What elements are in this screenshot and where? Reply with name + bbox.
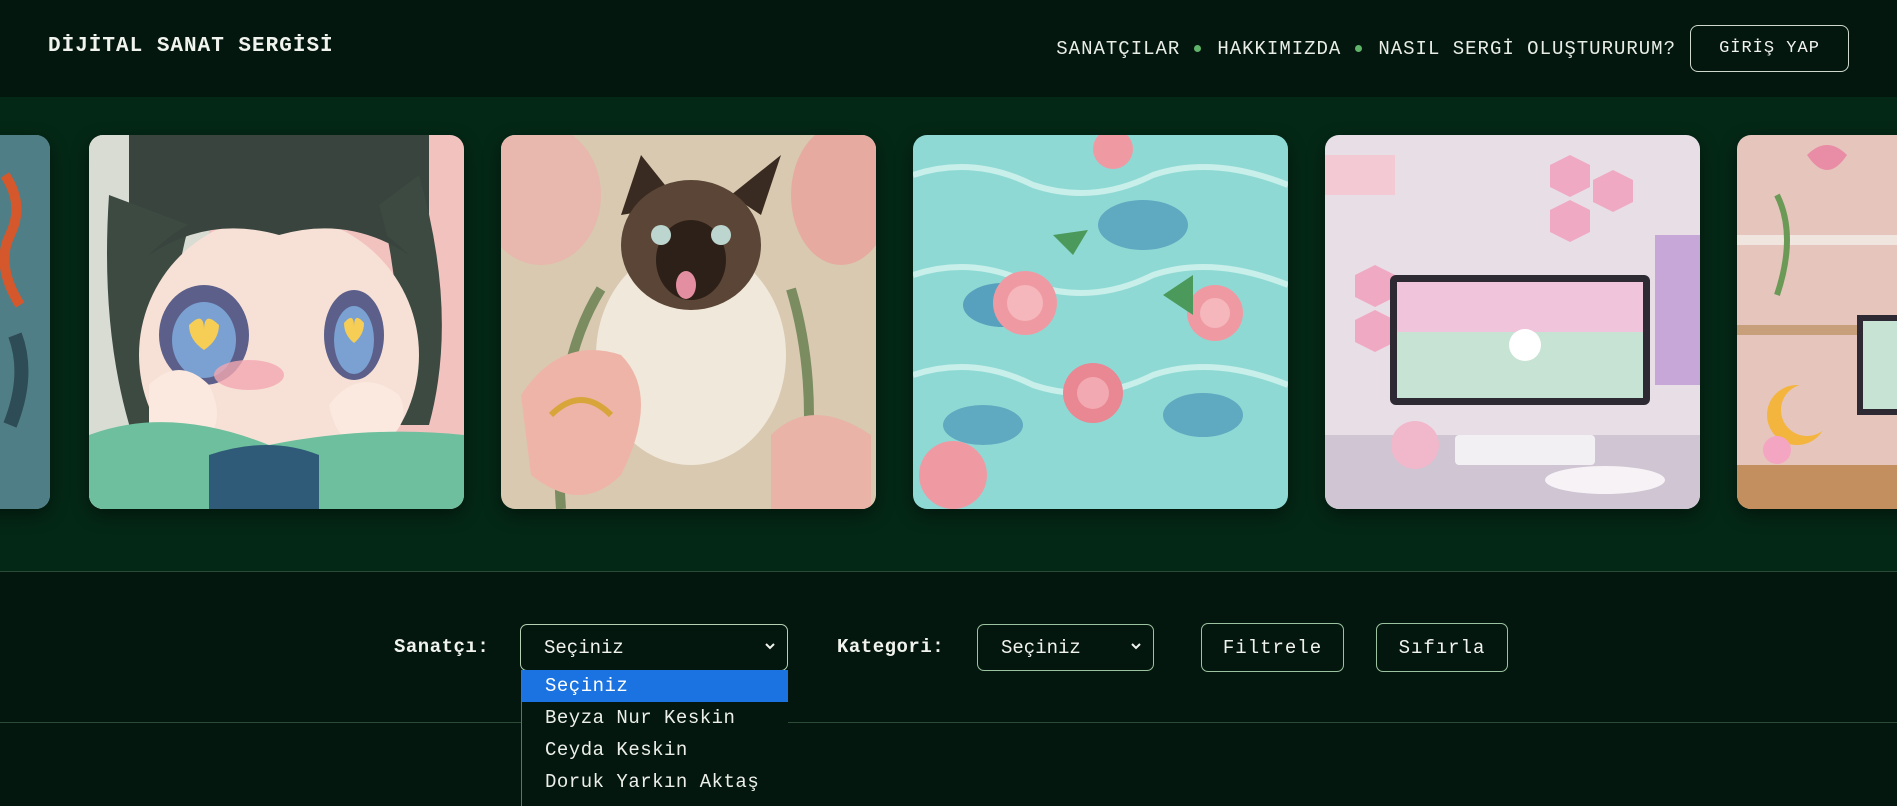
category-filter-label: Kategori: [837, 636, 945, 658]
dropdown-option[interactable]: Ceyda Keskin [522, 734, 788, 766]
filter-button[interactable]: Filtrele [1201, 623, 1344, 672]
artwork-siamese-cat-tulips[interactable] [501, 135, 876, 509]
category-select-value: Seçiniz [1001, 636, 1081, 659]
artwork-partial-left[interactable] [0, 135, 50, 509]
artist-select[interactable]: Seçiniz [520, 624, 788, 671]
dropdown-option[interactable]: Doruk Yarkın Aktaş [522, 766, 788, 798]
reset-button[interactable]: Sıfırla [1376, 623, 1508, 672]
nav-artists[interactable]: SANATÇILAR [1056, 38, 1180, 60]
nav-separator-dot [1355, 45, 1363, 52]
artwork-pink-room-partial[interactable] [1737, 135, 1897, 509]
filter-bar: Sanatçı: Seçiniz Kategori: Seçiniz Filtr… [0, 572, 1897, 722]
dropdown-option[interactable]: Seçiniz [522, 670, 788, 702]
artwork-pink-gaming-setup[interactable] [1325, 135, 1700, 509]
chevron-down-icon [765, 643, 775, 650]
site-title[interactable]: DİJİTAL SANAT SERGİSİ [48, 35, 334, 58]
artwork-carousel [0, 97, 1897, 571]
category-select[interactable]: Seçiniz [977, 624, 1154, 671]
nav-how-to[interactable]: NASIL SERGİ OLUŞTURURUM? [1378, 38, 1676, 60]
artwork-anime-girl[interactable] [89, 135, 464, 509]
chevron-down-icon [1131, 643, 1141, 650]
nav-separator-dot [1194, 45, 1202, 52]
main-nav: SANATÇILAR HAKKIMIZDA NASIL SERGİ OLUŞTU… [1056, 25, 1849, 72]
page-bottom [0, 723, 1897, 806]
login-button[interactable]: GİRİŞ YAP [1690, 25, 1849, 72]
artist-filter-label: Sanatçı: [394, 636, 490, 658]
artist-dropdown-list: Seçiniz Beyza Nur Keskin Ceyda Keskin Do… [521, 670, 788, 806]
dropdown-option[interactable]: Beyza Nur Keskin [522, 702, 788, 734]
nav-about[interactable]: HAKKIMIZDA [1217, 38, 1341, 60]
artwork-roses-in-water[interactable] [913, 135, 1288, 509]
artist-select-value: Seçiniz [544, 636, 624, 659]
top-header: DİJİTAL SANAT SERGİSİ SANATÇILAR HAKKIMI… [0, 0, 1897, 97]
